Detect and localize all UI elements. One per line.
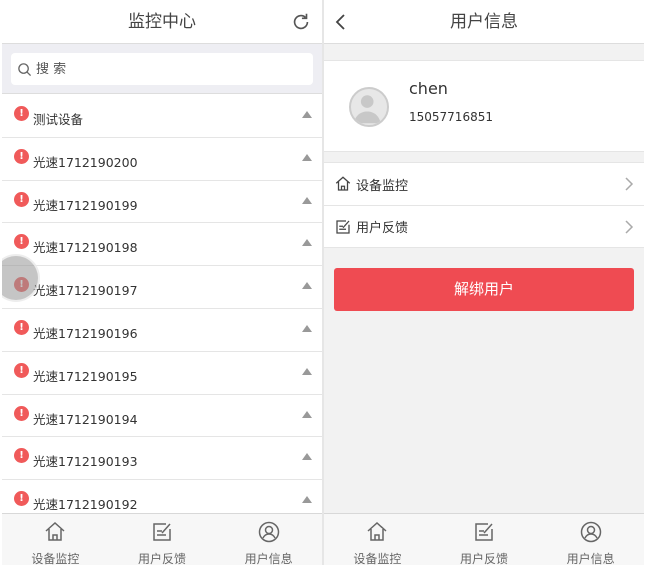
- profile-card: chen 15057716851: [324, 60, 644, 152]
- list-item[interactable]: ! 测试设备: [2, 95, 322, 138]
- alert-icon: !: [14, 148, 29, 164]
- caret-up-icon[interactable]: [302, 196, 312, 204]
- header: 监控中心: [2, 0, 322, 44]
- list-item[interactable]: ! 光速1712190197: [2, 266, 322, 309]
- menu-item-device-monitor[interactable]: 设备监控: [324, 163, 644, 205]
- device-name: 光速1712190198: [33, 240, 138, 256]
- search-input[interactable]: [36, 61, 276, 77]
- tab-user-info[interactable]: 用户信息: [215, 514, 322, 565]
- device-name: 光速1712190196: [33, 325, 138, 341]
- caret-up-icon[interactable]: [302, 410, 312, 418]
- settings-menu: 设备监控 用户反馈: [324, 162, 644, 248]
- device-name: 光速1712190200: [33, 154, 138, 170]
- user-avatar-icon: [353, 95, 381, 124]
- header: 用户信息: [324, 0, 644, 44]
- list-item[interactable]: ! 光速1712190195: [2, 352, 322, 395]
- tab-bar: 设备监控 用户反馈 用户信息: [2, 513, 322, 565]
- page-title: 用户信息: [450, 12, 518, 32]
- home-icon: [335, 176, 351, 191]
- caret-up-icon[interactable]: [302, 324, 312, 332]
- menu-item-label: 用户反馈: [356, 221, 409, 236]
- device-name: 光速1712190194: [33, 411, 138, 427]
- alert-icon: !: [14, 106, 29, 121]
- search-box[interactable]: [11, 53, 313, 85]
- search-icon: [18, 62, 32, 76]
- unbind-user-button[interactable]: 解绑用户: [334, 268, 634, 311]
- list-item[interactable]: ! 光速1712190194: [2, 395, 322, 438]
- alert-icon: !: [14, 405, 29, 421]
- tab-device-monitor[interactable]: 设备监控: [2, 514, 109, 565]
- caret-up-icon[interactable]: [302, 453, 312, 461]
- list-item[interactable]: ! 光速1712190199: [2, 181, 322, 224]
- list-item[interactable]: ! 光速1712190196: [2, 309, 322, 352]
- device-list: ! 测试设备 ! 光速1712190200 ! 光速1712190199 ! 光…: [2, 95, 322, 523]
- home-icon: [45, 521, 65, 541]
- chevron-right-icon: [625, 177, 634, 191]
- caret-up-icon[interactable]: [302, 367, 312, 375]
- tab-label: 用户反馈: [460, 552, 509, 565]
- alert-icon: !: [14, 234, 29, 250]
- list-item[interactable]: ! 光速1712190200: [2, 138, 322, 181]
- feedback-icon: [336, 219, 350, 234]
- user-name: chen: [409, 79, 448, 98]
- caret-up-icon[interactable]: [302, 282, 312, 290]
- device-name: 光速1712190195: [33, 368, 138, 384]
- list-item[interactable]: ! 光速1712190193: [2, 437, 322, 481]
- caret-up-icon[interactable]: [302, 153, 312, 161]
- tab-label: 设备监控: [31, 552, 80, 565]
- device-name: 测试设备: [33, 112, 84, 127]
- device-name: 光速1712190197: [33, 283, 138, 299]
- feedback-icon: [153, 523, 171, 541]
- home-icon: [367, 521, 387, 541]
- tab-label: 设备监控: [353, 552, 402, 565]
- alert-icon: !: [14, 448, 29, 464]
- user-icon: [580, 521, 601, 543]
- alert-icon: !: [14, 191, 29, 207]
- tab-feedback[interactable]: 用户反馈: [431, 514, 538, 565]
- list-item[interactable]: ! 光速1712190198: [2, 223, 322, 267]
- alert-icon: !: [14, 362, 29, 378]
- tab-label: 用户信息: [566, 552, 615, 565]
- avatar: [349, 87, 389, 127]
- search-bar: [2, 44, 322, 94]
- feedback-icon: [475, 523, 493, 541]
- caret-up-icon[interactable]: [302, 496, 312, 504]
- chevron-right-icon: [625, 220, 634, 234]
- device-name: 光速1712190192: [33, 497, 138, 513]
- device-name: 光速1712190199: [33, 197, 138, 213]
- caret-up-icon[interactable]: [302, 111, 312, 118]
- alert-icon: !: [14, 319, 29, 335]
- tab-label: 用户反馈: [138, 552, 187, 565]
- user-info-screen: 用户信息 chen 15057716851 设备监控 用户反馈 解绑用户 设备监…: [324, 0, 644, 565]
- back-icon[interactable]: [334, 13, 348, 31]
- menu-item-feedback[interactable]: 用户反馈: [324, 205, 644, 247]
- monitor-center-screen: 监控中心 ! 测试设备 ! 光速1712190200 ! 光速1712190: [2, 0, 322, 565]
- user-phone: 15057716851: [409, 110, 493, 124]
- tab-label: 用户信息: [244, 552, 293, 565]
- device-name: 光速1712190193: [33, 454, 138, 470]
- menu-item-label: 设备监控: [356, 178, 409, 194]
- refresh-icon[interactable]: [290, 11, 312, 33]
- user-icon: [258, 521, 279, 543]
- tab-user-info[interactable]: 用户信息: [537, 514, 644, 565]
- caret-up-icon[interactable]: [302, 239, 312, 247]
- tab-feedback[interactable]: 用户反馈: [109, 514, 216, 565]
- tab-bar: 设备监控 用户反馈 用户信息: [324, 513, 644, 565]
- alert-icon: !: [14, 491, 29, 507]
- tab-device-monitor[interactable]: 设备监控: [324, 514, 431, 565]
- page-title: 监控中心: [128, 12, 196, 32]
